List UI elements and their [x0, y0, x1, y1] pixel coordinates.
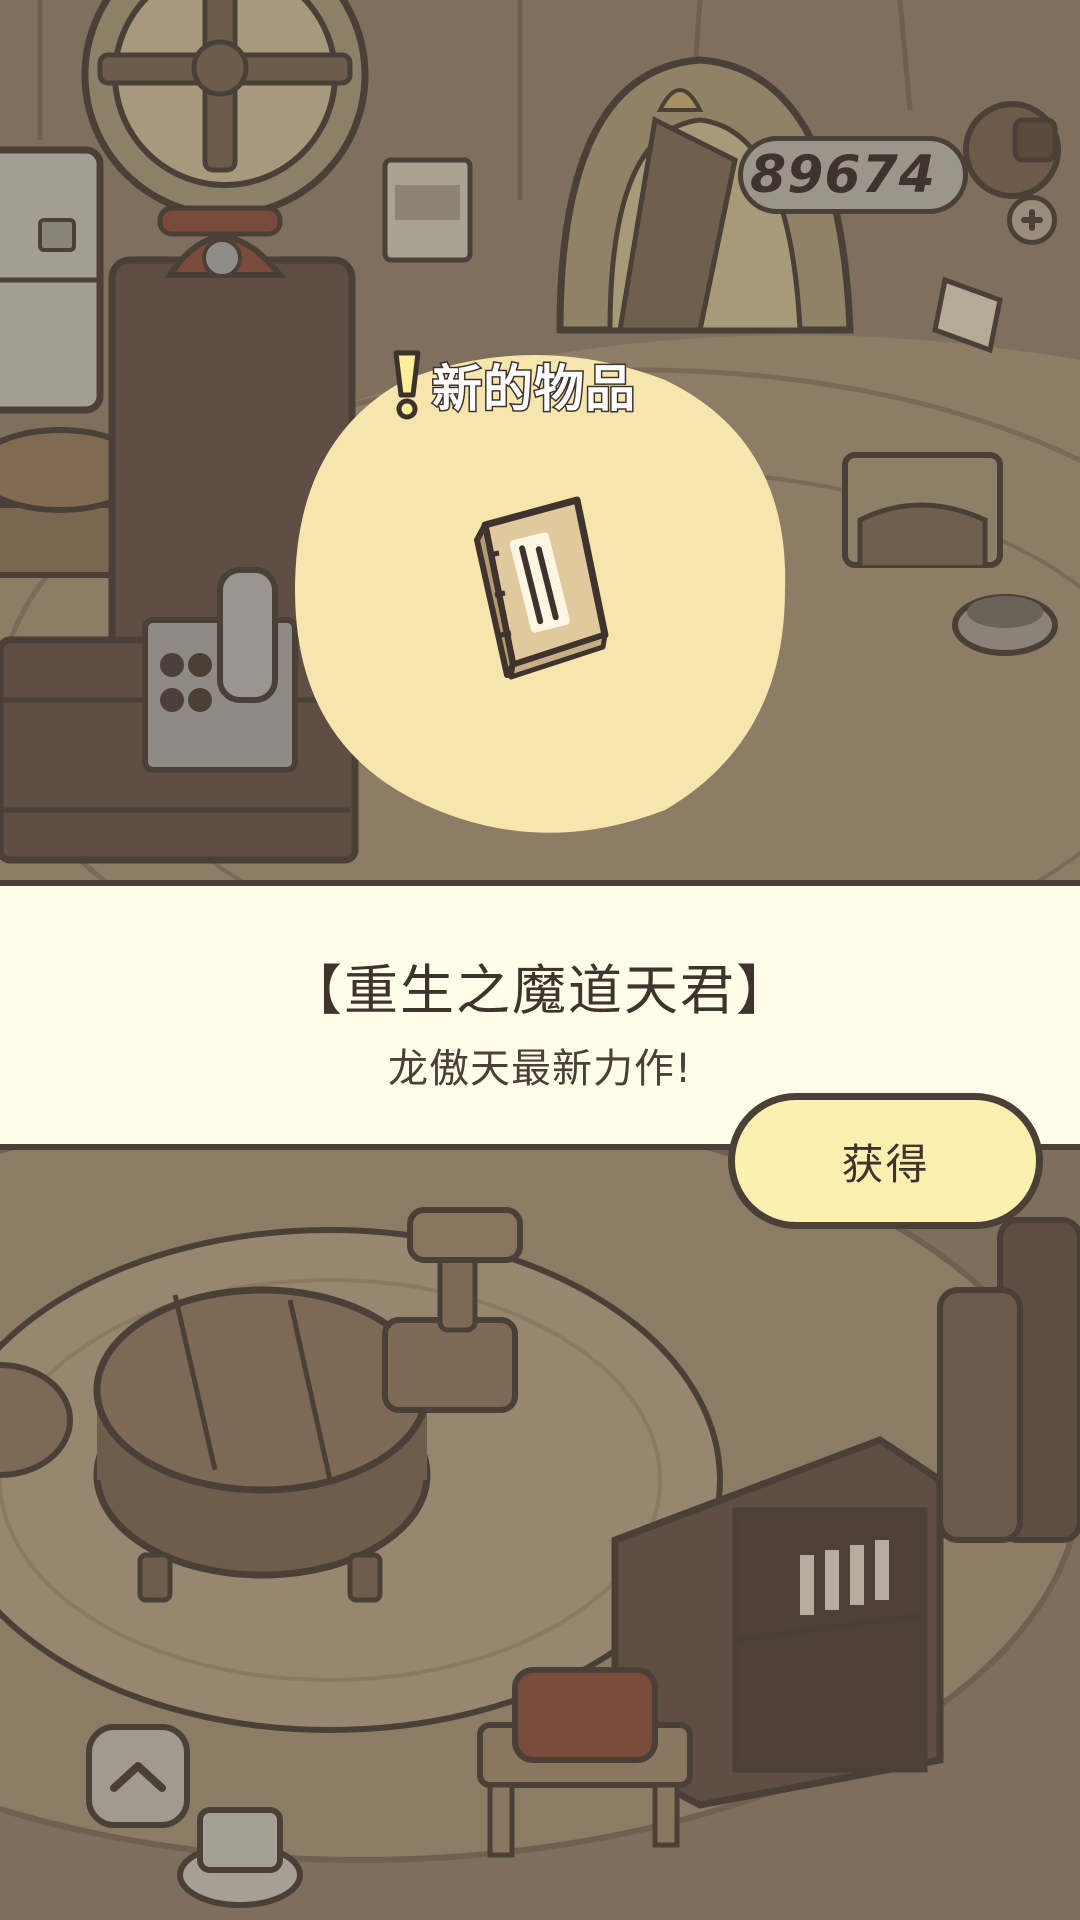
- coin-amount: 89674: [750, 145, 936, 205]
- new-item-title: 新的物品: [431, 359, 637, 420]
- item-description: 龙傲天最新力作!: [387, 1046, 693, 1092]
- fridge: [0, 146, 104, 414]
- candle: [177, 1807, 303, 1908]
- food-bowl: [952, 594, 1058, 656]
- new-item-header: 新的物品: [390, 350, 637, 420]
- wall-calendar: [382, 157, 473, 263]
- book-icon: [474, 496, 609, 680]
- obtain-label: 获得: [841, 1139, 930, 1189]
- chevron-up-icon: [110, 1762, 166, 1792]
- coin-counter: 89674: [738, 136, 968, 214]
- add-coins-button[interactable]: [1007, 195, 1057, 245]
- round-table: [93, 1286, 431, 1603]
- exclamation-icon: [393, 350, 421, 420]
- plus-icon-stem: [1029, 209, 1035, 231]
- obtain-button[interactable]: 获得: [728, 1093, 1043, 1229]
- right-crate: [842, 452, 1003, 568]
- plant-pot: [963, 101, 1061, 199]
- item-name: 【重生之魔道天君】: [288, 959, 792, 1022]
- expand-menu-button[interactable]: [86, 1724, 190, 1828]
- game-screen: 89674 新的物品 【重生之魔道天君】 龙傲天最新力作! 获得: [0, 0, 1080, 1920]
